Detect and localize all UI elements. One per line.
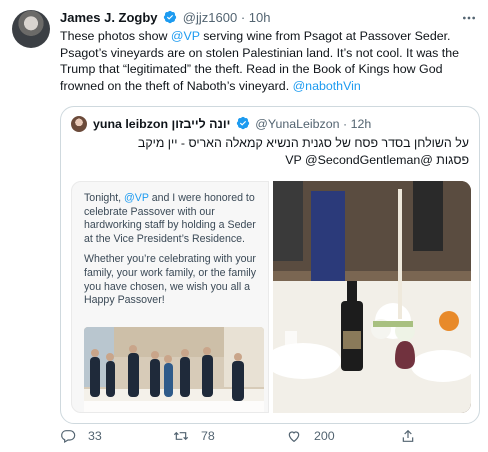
verified-badge-icon [236, 116, 249, 130]
card-statement: Tonight, @VP and I were honored to celeb… [84, 192, 264, 315]
card-mention: @VP [124, 192, 149, 204]
separator-dot: · [342, 117, 348, 131]
tweet-actions: 33 78 200 [60, 426, 480, 446]
tweet-text-part: These photos show [60, 29, 171, 43]
reply-icon [61, 430, 76, 444]
quote-text: על השולחן בסדר פסח של סגנית הנשיא קמאלה … [69, 135, 469, 169]
author-handle[interactable]: @jjz1600 [183, 10, 237, 25]
reply-button[interactable]: 33 [60, 428, 102, 444]
card-text-part: Tonight, [84, 192, 125, 204]
card-paragraph: Tonight, @VP and I were honored to celeb… [84, 192, 264, 246]
mention-secondgentleman-link[interactable]: @SecondGentleman [305, 153, 420, 167]
tweet-text: These photos show @VP serving wine from … [60, 28, 480, 94]
retweet-button[interactable]: 78 [173, 428, 215, 444]
author-name[interactable]: James J. Zogby [60, 10, 158, 25]
quote-author-name[interactable]: yuna leibzon יונה לייבזון [93, 117, 230, 131]
card-paragraph: Whether you’re celebrating with your fam… [84, 253, 257, 307]
retweet-count: 78 [201, 429, 215, 443]
retweet-icon [173, 431, 189, 441]
quote-time[interactable]: 12h [351, 117, 372, 131]
mention-naboth-link[interactable]: @nabothVin [293, 79, 361, 93]
mention-vp-link[interactable]: @VP [171, 29, 200, 43]
more-horizontal-icon[interactable] [461, 10, 477, 29]
tweet-header: James J. Zogby @jjz1600 · 10h [60, 10, 271, 26]
quote-text-line: פסגות @VP @SecondGentleman [69, 152, 469, 169]
quote-author-handle[interactable]: @YunaLeibzon [255, 117, 339, 131]
author-avatar[interactable] [12, 10, 50, 48]
quote-text-word: פסגות [436, 153, 469, 167]
reply-count: 33 [88, 429, 102, 443]
tweet-time[interactable]: 10h [249, 10, 271, 25]
tweet[interactable]: James J. Zogby @jjz1600 · 10h These phot… [0, 0, 488, 452]
quote-header: yuna leibzon יונה לייבזון @YunaLeibzon ·… [93, 116, 371, 132]
like-count: 200 [314, 429, 335, 443]
seder-table-photo[interactable] [273, 181, 471, 413]
heart-icon [288, 431, 300, 443]
seder-group-photo [84, 327, 264, 412]
separator-dot: · [240, 10, 246, 25]
quote-media-card-image[interactable]: Tonight, @VP and I were honored to celeb… [71, 181, 269, 413]
quote-text-line: על השולחן בסדר פסח של סגנית הנשיא קמאלה … [137, 136, 469, 150]
quote-author-avatar[interactable] [71, 116, 87, 132]
share-icon [402, 429, 414, 442]
like-button[interactable]: 200 [286, 428, 335, 444]
share-button[interactable] [400, 428, 416, 444]
quoted-tweet[interactable]: yuna leibzon יונה לייבזון @YunaLeibzon ·… [60, 106, 480, 424]
verified-badge-icon [164, 10, 177, 24]
